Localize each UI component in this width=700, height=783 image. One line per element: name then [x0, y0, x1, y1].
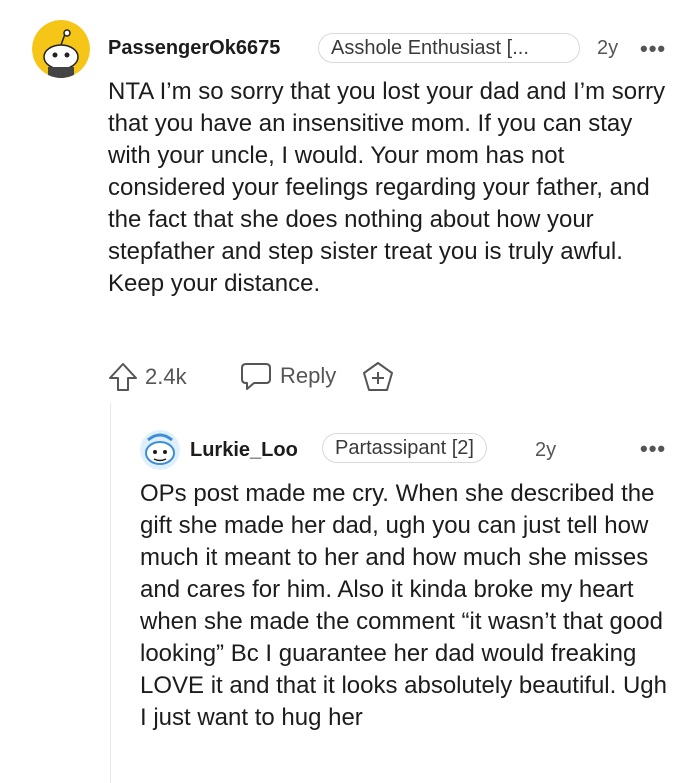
snoo-avatar-icon — [140, 430, 180, 470]
reply-username[interactable]: Lurkie_Loo — [190, 439, 298, 462]
reply-label: Reply — [280, 363, 337, 388]
comment-body: NTA I’m so sorry that you lost your dad … — [108, 78, 666, 297]
reply-avatar[interactable] — [140, 430, 180, 470]
more-options-icon[interactable]: ••• — [640, 38, 666, 60]
avatar[interactable] — [32, 20, 90, 78]
reply-bubble-icon — [241, 363, 271, 390]
snoo-avatar-icon — [32, 20, 90, 78]
award-button[interactable] — [361, 361, 395, 393]
reply-button[interactable]: Reply — [240, 361, 336, 391]
reply-age: 2y — [535, 439, 557, 461]
reply-more-options-icon[interactable]: ••• — [640, 438, 666, 460]
username[interactable]: PassengerOk6675 — [108, 37, 280, 60]
reply-body: OPs post made me cry. When she described… — [140, 480, 667, 731]
vote-count: 2.4k — [145, 364, 187, 389]
upvote-arrow-icon — [109, 363, 137, 391]
thread-line — [110, 403, 111, 783]
reply-user-flair: Partassipant [2] — [322, 433, 487, 463]
upvote-button[interactable]: 2.4k — [107, 361, 187, 393]
award-plus-icon — [363, 362, 393, 391]
comment-age: 2y — [597, 37, 619, 59]
user-flair: Asshole Enthusiast [... — [318, 33, 580, 63]
